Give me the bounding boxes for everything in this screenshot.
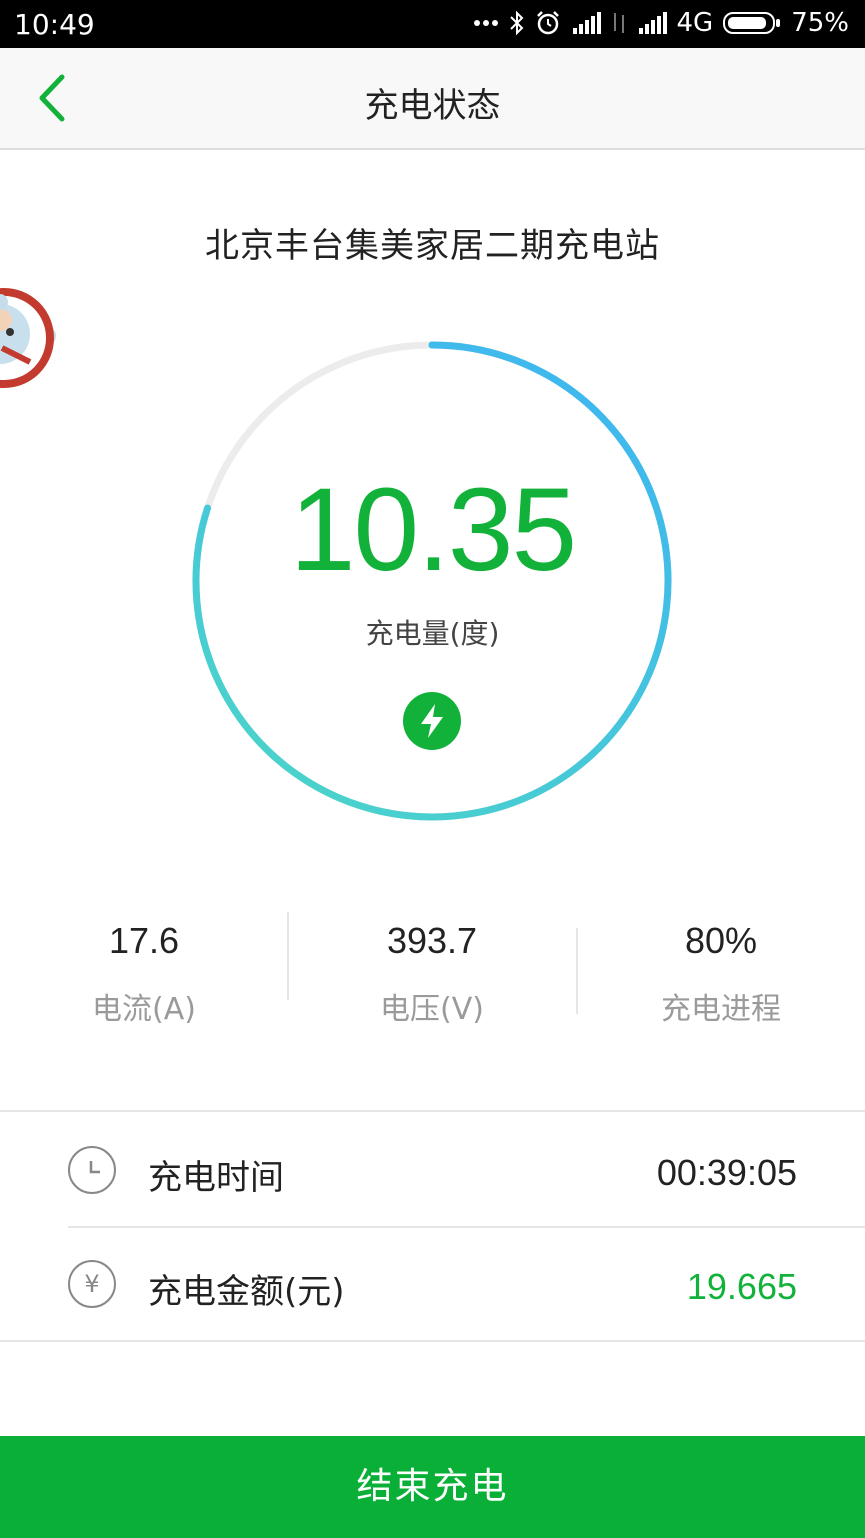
metrics-row: 17.6 电流(A) 393.7 电压(V) 80% 充电进程 xyxy=(0,910,865,1030)
end-charge-button[interactable]: 结束充电 xyxy=(0,1436,865,1538)
list-item-charge-amount: ¥ 充电金额(元) 19.665 xyxy=(0,1226,865,1340)
station-name: 北京丰台集美家居二期充电站 xyxy=(205,226,660,266)
data-arrows-icon xyxy=(611,11,627,35)
alarm-icon xyxy=(535,10,561,36)
floating-mascot-icon[interactable] xyxy=(0,276,62,400)
status-bar: 10:49 4G 75% xyxy=(0,0,865,48)
list-item-charge-time: 充电时间 00:39:05 xyxy=(0,1112,865,1226)
progress-label: 充电进程 xyxy=(661,992,781,1027)
charge-info-list: 充电时间 00:39:05 ¥ 充电金额(元) 19.665 xyxy=(0,1110,865,1342)
progress-value: 80% xyxy=(684,920,758,961)
current-label: 电流(A) xyxy=(92,992,196,1027)
metric-current: 17.6 电流(A) xyxy=(0,910,288,1028)
charged-energy-value: 10.35 xyxy=(289,464,577,596)
lightning-icon xyxy=(403,692,461,750)
metric-voltage: 393.7 电压(V) xyxy=(288,910,576,1028)
voltage-label: 电压(V) xyxy=(380,992,484,1027)
more-dots-icon xyxy=(473,19,499,27)
status-icons: 4G 75% xyxy=(473,8,849,38)
voltage-value: 393.7 xyxy=(386,920,478,961)
current-value: 17.6 xyxy=(108,920,180,961)
page-title: 充电状态 xyxy=(364,86,501,126)
nav-bar: 充电状态 xyxy=(0,48,865,150)
signal-icon xyxy=(571,12,601,34)
charge-amount-label: 充电金额(元) xyxy=(148,1272,345,1312)
clock-icon xyxy=(68,1146,116,1194)
battery-level: 75% xyxy=(791,8,849,38)
status-time: 10:49 xyxy=(14,8,95,41)
bluetooth-icon xyxy=(509,10,525,36)
charged-energy-label: 充电量(度) xyxy=(365,617,500,650)
battery-icon xyxy=(723,11,781,35)
yen-icon: ¥ xyxy=(68,1260,116,1308)
metric-progress: 80% 充电进程 xyxy=(577,910,865,1028)
signal-icon-2 xyxy=(637,12,667,34)
charge-time-value: 00:39:05 xyxy=(656,1152,797,1193)
charge-amount-value: 19.665 xyxy=(686,1266,797,1307)
network-type: 4G xyxy=(676,8,714,38)
charge-time-label: 充电时间 xyxy=(148,1158,284,1198)
